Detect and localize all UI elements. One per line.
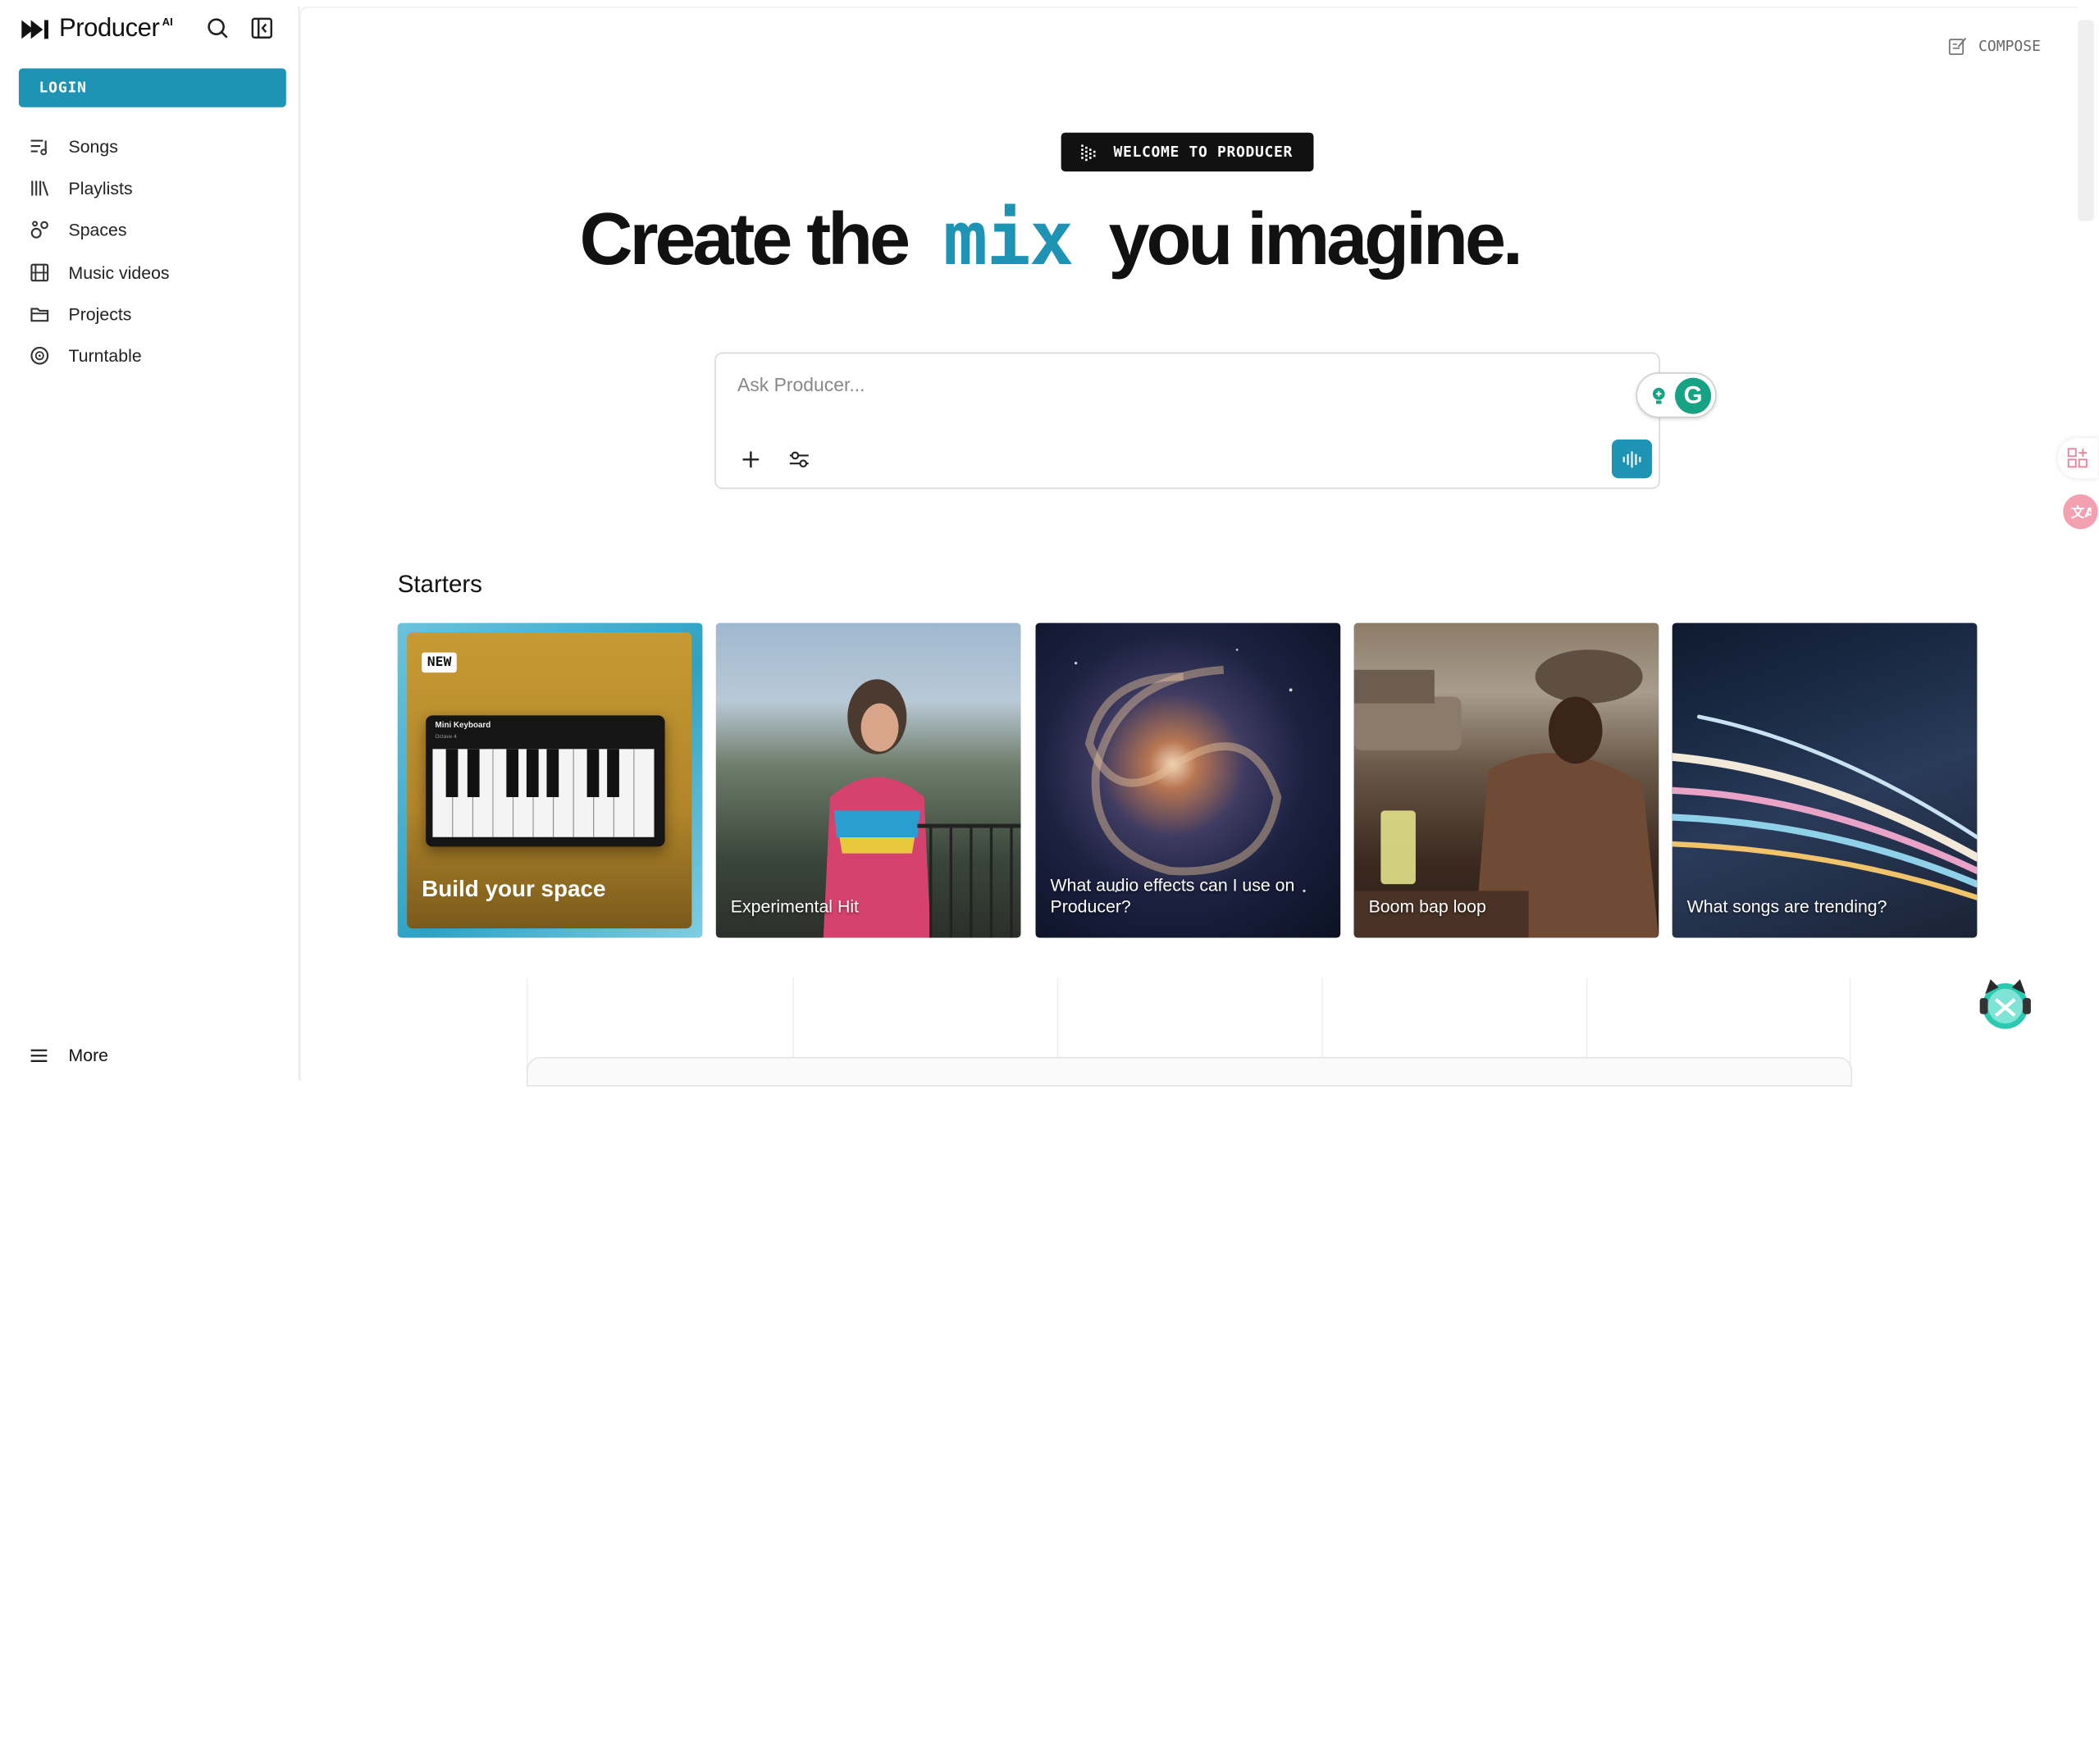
grammarly-icon: G <box>1674 376 1712 413</box>
sidebar-item-label: Songs <box>68 136 118 157</box>
scrollbar[interactable] <box>2078 7 2099 1080</box>
folder-icon <box>30 308 49 322</box>
welcome-badge: WELCOME TO PRODUCER <box>1061 132 1314 172</box>
prompt-box <box>714 352 1660 490</box>
turntable-icon <box>30 346 49 365</box>
prompt-input[interactable] <box>734 372 1600 397</box>
add-icon[interactable] <box>739 448 763 472</box>
sidebar-item-label: Projects <box>68 303 132 325</box>
sidebar-item-label: Turntable <box>68 345 142 367</box>
card-label: What audio effects can I use on Producer… <box>1050 874 1295 917</box>
compose-icon <box>1948 37 1967 56</box>
portrait-image <box>823 679 1021 938</box>
keyboard-title: Mini Keyboard <box>435 722 491 731</box>
more-label: More <box>68 1045 109 1065</box>
hero-title-accent: mix <box>942 195 1074 282</box>
sidebar: Producer AI LOGIN Songs Playlists Spaces… <box>0 0 299 1080</box>
street-photo-image <box>1353 650 1659 938</box>
translate-icon: 文A <box>2071 505 2092 521</box>
bottom-toolbar <box>526 1056 1853 1087</box>
card-label: What songs are trending? <box>1686 896 1887 917</box>
piano-keys-icon <box>432 749 655 837</box>
keyboard-subtitle: Octave 4 <box>435 732 457 740</box>
waveform-icon <box>1622 450 1641 467</box>
starter-card-audio-effects[interactable]: What audio effects can I use on Producer… <box>1035 622 1341 938</box>
starter-card-build-space[interactable]: NEW Mini Keyboard Octave 4 Build your sp… <box>397 622 703 938</box>
hero-title: Create the mix you imagine. <box>0 192 2099 285</box>
mini-keyboard-preview: Mini Keyboard Octave 4 <box>426 715 665 847</box>
starters-title: Starters <box>397 570 482 598</box>
compose-button[interactable]: COMPOSE <box>1947 36 2041 57</box>
lightbulb-icon <box>1652 387 1665 404</box>
producer-dots-icon <box>1081 144 1096 161</box>
settings-sliders-icon[interactable] <box>787 448 811 472</box>
sidebar-item-projects[interactable]: Projects <box>19 293 286 335</box>
producer-logo-icon <box>21 20 48 39</box>
starter-card-experimental-hit[interactable]: Experimental Hit <box>715 622 1021 938</box>
login-button[interactable]: LOGIN <box>18 68 286 107</box>
grammarly-widget[interactable]: G <box>1636 372 1717 418</box>
scrollbar-thumb[interactable] <box>2078 20 2094 221</box>
sidebar-item-turntable[interactable]: Turntable <box>19 335 286 376</box>
light-trails-image <box>1672 714 1978 900</box>
translate-button[interactable]: 文A <box>2063 494 2098 530</box>
brand-sup: AI <box>162 15 173 28</box>
card-image: NEW Mini Keyboard Octave 4 Build your sp… <box>407 632 692 929</box>
more-menu[interactable]: More <box>30 1045 108 1065</box>
apps-icon <box>2067 448 2088 468</box>
starter-card-trending[interactable]: What songs are trending? <box>1672 622 1978 938</box>
assistant-mascot-icon[interactable] <box>1976 974 2035 1033</box>
welcome-badge-text: WELCOME TO PRODUCER <box>1113 143 1293 162</box>
search-icon[interactable] <box>206 16 230 40</box>
compose-label: COMPOSE <box>1978 37 2041 55</box>
svg-text:文A: 文A <box>2071 505 2092 521</box>
brand-name: Producer <box>59 14 160 43</box>
hero-title-after: you imagine. <box>1108 197 1523 280</box>
extension-button[interactable] <box>2057 438 2098 479</box>
songs-icon <box>30 139 48 156</box>
collapse-sidebar-icon[interactable] <box>250 16 274 40</box>
sidebar-item-songs[interactable]: Songs <box>19 126 286 168</box>
menu-icon <box>30 1048 48 1062</box>
card-label: Build your space <box>422 876 606 902</box>
card-label: Boom bap loop <box>1368 896 1486 917</box>
voice-input-button[interactable] <box>1612 439 1653 479</box>
card-label: Experimental Hit <box>730 896 859 917</box>
new-badge: NEW <box>422 652 457 673</box>
hero-title-before: Create the <box>579 197 911 280</box>
starter-card-boom-bap[interactable]: Boom bap loop <box>1353 622 1659 938</box>
brand[interactable]: Producer AI <box>21 13 173 45</box>
